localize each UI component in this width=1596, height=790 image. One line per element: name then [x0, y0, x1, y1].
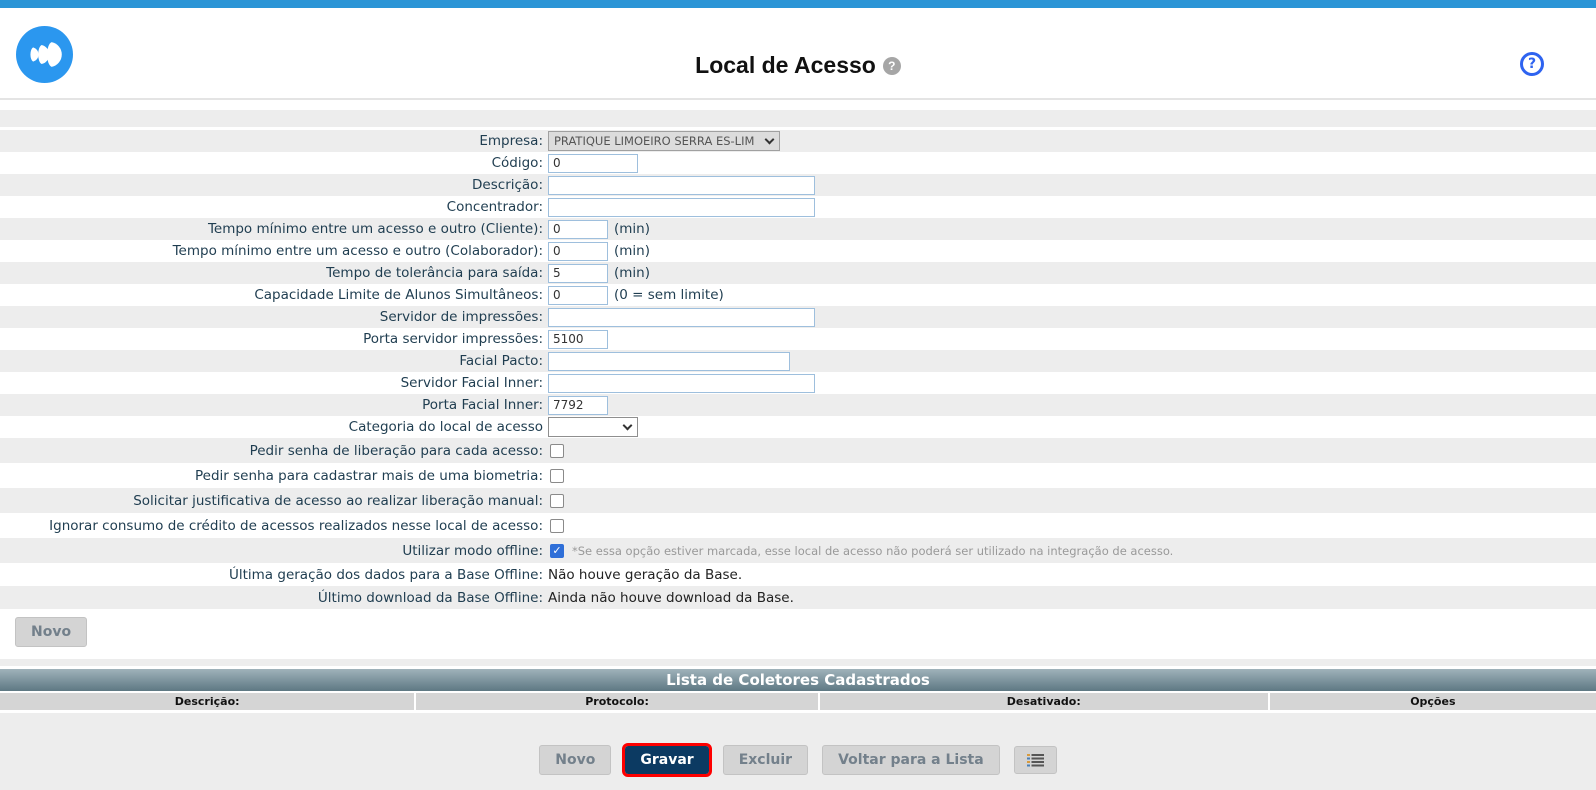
page-header: Local de Acesso? ?	[0, 8, 1596, 100]
column-opcoes[interactable]: Opções	[1270, 693, 1596, 710]
codigo-label: Código:	[0, 155, 548, 171]
facial-pacto-label: Facial Pacto:	[0, 353, 548, 369]
chevron-down-icon	[765, 135, 775, 145]
form-row-pedir-senha-liberacao: Pedir senha de liberação para cada acess…	[0, 438, 1596, 463]
empresa-label: Empresa:	[0, 133, 548, 149]
porta-impressoes-label: Porta servidor impressões:	[0, 331, 548, 347]
local-acesso-form: Empresa: PRATIQUE LIMOEIRO SERRA ES-LIM …	[0, 110, 1596, 609]
solicitar-justificativa-label: Solicitar justificativa de acesso ao rea…	[0, 493, 548, 509]
form-row-categoria: Categoria do local de acesso	[0, 416, 1596, 438]
tempo-cliente-suffix: (min)	[614, 221, 650, 237]
tempo-colaborador-suffix: (min)	[614, 243, 650, 259]
help-icon[interactable]: ?	[1520, 52, 1544, 76]
servidor-impressoes-label: Servidor de impressões:	[0, 309, 548, 325]
gravar-button[interactable]: Gravar	[625, 746, 708, 774]
pedir-senha-liberacao-checkbox[interactable]	[550, 444, 564, 458]
form-row-download-base: Último download da Base Offline: Ainda n…	[0, 586, 1596, 609]
voltar-lista-button[interactable]: Voltar para a Lista	[822, 745, 1000, 775]
form-row-facial-pacto: Facial Pacto:	[0, 350, 1596, 372]
modo-offline-label: Utilizar modo offline:	[0, 543, 548, 559]
form-row-codigo: Código:	[0, 152, 1596, 174]
categoria-select[interactable]	[548, 417, 638, 437]
concentrador-input[interactable]	[548, 198, 815, 217]
form-row-servidor-impressoes: Servidor de impressões:	[0, 306, 1596, 328]
form-row-pedir-senha-biometria: Pedir senha para cadastrar mais de uma b…	[0, 463, 1596, 488]
tempo-cliente-label: Tempo mínimo entre um acesso e outro (Cl…	[0, 221, 548, 237]
empresa-select-value: PRATIQUE LIMOEIRO SERRA ES-LIM	[554, 134, 754, 148]
porta-impressoes-input[interactable]	[548, 330, 608, 349]
servidor-facial-inner-input[interactable]	[548, 374, 815, 393]
ignorar-consumo-label: Ignorar consumo de crédito de acessos re…	[0, 518, 548, 534]
title-help-icon[interactable]: ?	[883, 57, 901, 75]
form-row-geracao-base: Última geração dos dados para a Base Off…	[0, 563, 1596, 586]
form-row-modo-offline: Utilizar modo offline: *Se essa opção es…	[0, 538, 1596, 563]
tolerancia-label: Tempo de tolerância para saída:	[0, 265, 548, 281]
capacidade-suffix: (0 = sem limite)	[614, 287, 724, 303]
column-desativado[interactable]: Desativado:	[820, 693, 1268, 710]
form-row-tolerancia: Tempo de tolerância para saída: (min)	[0, 262, 1596, 284]
form-row-ignorar-consumo: Ignorar consumo de crédito de acessos re…	[0, 513, 1596, 538]
novo-button-top[interactable]: Novo	[15, 617, 87, 647]
chevron-down-icon	[623, 421, 633, 431]
empty-stripe	[0, 659, 1596, 666]
form-row-empresa: Empresa: PRATIQUE LIMOEIRO SERRA ES-LIM	[0, 130, 1596, 152]
form-row-capacidade: Capacidade Limite de Alunos Simultâneos:…	[0, 284, 1596, 306]
servidor-impressoes-input[interactable]	[548, 308, 815, 327]
page-title: Local de Acesso	[695, 52, 876, 79]
pedir-senha-biometria-checkbox[interactable]	[550, 469, 564, 483]
base-offline-geracao-value: Não houve geração da Base.	[548, 567, 742, 583]
modo-offline-checkbox[interactable]	[550, 544, 564, 558]
coletores-section-header: Lista de Coletores Cadastrados	[0, 669, 1596, 691]
descricao-label: Descrição:	[0, 177, 548, 193]
log-list-button[interactable]	[1014, 746, 1057, 774]
footer-bar: Novo Gravar Excluir Voltar para a Lista	[0, 713, 1596, 790]
capacidade-input[interactable]	[548, 286, 608, 305]
capacidade-label: Capacidade Limite de Alunos Simultâneos:	[0, 287, 548, 303]
form-row-solicitar-justificativa: Solicitar justificativa de acesso ao rea…	[0, 488, 1596, 513]
empty-stripe	[0, 110, 1596, 127]
modo-offline-note: *Se essa opção estiver marcada, esse loc…	[572, 544, 1173, 558]
concentrador-label: Concentrador:	[0, 199, 548, 215]
form-row-porta-impressoes: Porta servidor impressões:	[0, 328, 1596, 350]
form-row-porta-facial-inner: Porta Facial Inner:	[0, 394, 1596, 416]
novo-button[interactable]: Novo	[539, 745, 611, 775]
tempo-colaborador-input[interactable]	[548, 242, 608, 261]
column-protocolo[interactable]: Protocolo:	[416, 693, 818, 710]
tempo-cliente-input[interactable]	[548, 220, 608, 239]
ignorar-consumo-checkbox[interactable]	[550, 519, 564, 533]
geracao-base-label: Última geração dos dados para a Base Off…	[0, 567, 548, 583]
form-row-concentrador: Concentrador:	[0, 196, 1596, 218]
form-row-tempo-cliente: Tempo mínimo entre um acesso e outro (Cl…	[0, 218, 1596, 240]
form-row-descricao: Descrição:	[0, 174, 1596, 196]
servidor-facial-inner-label: Servidor Facial Inner:	[0, 375, 548, 391]
list-icon	[1027, 753, 1044, 767]
form-row-tempo-colaborador: Tempo mínimo entre um acesso e outro (Co…	[0, 240, 1596, 262]
pedir-senha-biometria-label: Pedir senha para cadastrar mais de uma b…	[0, 468, 548, 484]
tolerancia-input[interactable]	[548, 264, 608, 283]
porta-facial-inner-label: Porta Facial Inner:	[0, 397, 548, 413]
categoria-label: Categoria do local de acesso	[0, 419, 548, 435]
empresa-select[interactable]: PRATIQUE LIMOEIRO SERRA ES-LIM	[548, 131, 780, 151]
facial-pacto-input[interactable]	[548, 352, 790, 371]
coletores-table-header: Descrição: Protocolo: Desativado: Opções	[0, 693, 1596, 710]
tolerancia-suffix: (min)	[614, 265, 650, 281]
codigo-input[interactable]	[548, 154, 638, 173]
top-accent-bar	[0, 0, 1596, 8]
porta-facial-inner-input[interactable]	[548, 396, 608, 415]
form-row-servidor-facial-inner: Servidor Facial Inner:	[0, 372, 1596, 394]
pedir-senha-liberacao-label: Pedir senha de liberação para cada acess…	[0, 443, 548, 459]
solicitar-justificativa-checkbox[interactable]	[550, 494, 564, 508]
excluir-button[interactable]: Excluir	[723, 745, 808, 775]
descricao-input[interactable]	[548, 176, 815, 195]
tempo-colaborador-label: Tempo mínimo entre um acesso e outro (Co…	[0, 243, 548, 259]
column-descricao[interactable]: Descrição:	[0, 693, 414, 710]
base-offline-download-value: Ainda não houve download da Base.	[548, 590, 794, 606]
download-base-label: Último download da Base Offline:	[0, 590, 548, 606]
